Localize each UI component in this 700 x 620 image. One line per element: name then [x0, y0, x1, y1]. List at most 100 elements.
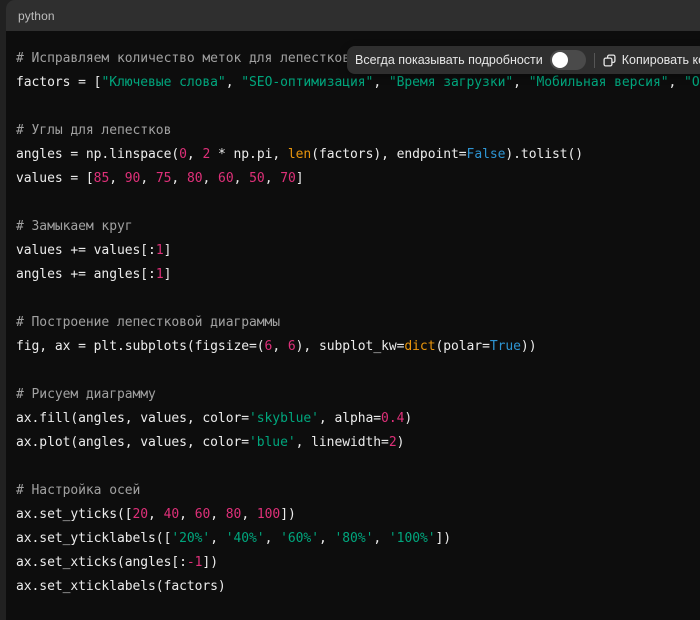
code-token: ax.set_yticklabels([ [16, 531, 171, 546]
code-token: , [241, 507, 257, 522]
code-token: factors = [ [16, 75, 101, 90]
code-token: , linewidth= [296, 435, 389, 450]
code-token: , [319, 531, 335, 546]
code-token: "Мобильная версия" [529, 75, 669, 90]
code-line: angles = np.linspace(0, 2 * np.pi, len(f… [16, 143, 700, 167]
code-token: '20%' [171, 531, 210, 546]
code-token: len [288, 147, 311, 162]
always-show-details-label: Всегда показывать подробности [355, 53, 543, 67]
toggle-knob [552, 52, 568, 68]
code-line [16, 359, 700, 383]
code-header: python [6, 0, 700, 31]
code-token: 80 [226, 507, 242, 522]
code-token: # Настройка осей [16, 483, 140, 498]
code-token: (factors), endpoint= [311, 147, 466, 162]
code-line: ax.set_yticklabels(['20%', '40%', '60%',… [16, 527, 700, 551]
code-token: 80 [187, 171, 203, 186]
code-token: 50 [249, 171, 265, 186]
code-token: , [109, 171, 125, 186]
code-token: , alpha= [319, 411, 381, 426]
code-token: , [187, 147, 203, 162]
code-token: , [265, 531, 281, 546]
code-token: values += values[: [16, 243, 156, 258]
code-line: values += values[:1] [16, 239, 700, 263]
code-token: , [179, 507, 195, 522]
code-token: 'blue' [249, 435, 296, 450]
code-token: fig, ax = plt.subplots(figsize=( [16, 339, 265, 354]
code-token: False [467, 147, 506, 162]
code-token: , [226, 75, 242, 90]
code-token: , [210, 531, 226, 546]
code-line: fig, ax = plt.subplots(figsize=(6, 6), s… [16, 335, 700, 359]
code-token: 100 [257, 507, 280, 522]
code-token: "Время загрузки" [389, 75, 513, 90]
code-block: python # Исправляем количество меток для… [6, 0, 700, 620]
copy-code-button[interactable]: Копировать код [603, 53, 700, 67]
code-token: , [148, 507, 164, 522]
code-token: angles = np.linspace( [16, 147, 179, 162]
code-token: 60 [218, 171, 234, 186]
details-toggle[interactable] [550, 50, 586, 70]
code-line: # Настройка осей [16, 479, 700, 503]
code-token: '80%' [335, 531, 374, 546]
code-token: True [490, 339, 521, 354]
code-token: "SEO-оптимизация" [241, 75, 373, 90]
code-token: , [272, 339, 288, 354]
code-token: , [140, 171, 156, 186]
code-token: 1 [156, 267, 164, 282]
code-token: -1 [187, 555, 203, 570]
code-line: ax.set_xticklabels(factors) [16, 575, 700, 599]
code-token: 2 [389, 435, 397, 450]
code-token: ax.fill(angles, values, color= [16, 411, 249, 426]
code-token: ]) [202, 555, 218, 570]
code-token: 60 [195, 507, 211, 522]
code-line: ax.plot(angles, values, color='blue', li… [16, 431, 700, 455]
code-token: '40%' [226, 531, 265, 546]
code-token: ] [164, 267, 172, 282]
toolbar-divider [594, 53, 595, 68]
code-token: ).tolist() [505, 147, 583, 162]
code-token: 85 [94, 171, 110, 186]
code-line [16, 287, 700, 311]
code-token: 0.4 [381, 411, 404, 426]
code-line: # Углы для лепестков [16, 119, 700, 143]
code-token: ax.set_xticklabels(factors) [16, 579, 226, 594]
code-token: * np.pi, [210, 147, 288, 162]
code-token: , [210, 507, 226, 522]
code-token: ax.set_yticks([ [16, 507, 133, 522]
page: { "page": { "background": "#212121" }, "… [0, 0, 700, 602]
code-token: , [265, 171, 281, 186]
copy-icon [603, 54, 616, 67]
code-toolbar: Всегда показывать подробности Копировать… [347, 46, 700, 74]
code-token: 75 [156, 171, 172, 186]
code-token: ax.set_xticks(angles[: [16, 555, 187, 570]
code-token: angles += angles[: [16, 267, 156, 282]
code-token: # Рисуем диаграмму [16, 387, 156, 402]
code-token: # Замыкаем круг [16, 219, 133, 234]
code-token: ] [296, 171, 304, 186]
code-content: # Исправляем количество меток для лепест… [6, 31, 700, 620]
code-token: 20 [133, 507, 149, 522]
code-line: values = [85, 90, 75, 80, 60, 50, 70] [16, 167, 700, 191]
code-token: ]) [280, 507, 296, 522]
code-line: ax.fill(angles, values, color='skyblue',… [16, 407, 700, 431]
code-token: ]) [436, 531, 452, 546]
code-line: # Замыкаем круг [16, 215, 700, 239]
code-token: (polar= [435, 339, 489, 354]
code-token: ] [164, 243, 172, 258]
code-token: 'skyblue' [249, 411, 319, 426]
code-token: 6 [288, 339, 296, 354]
code-line: angles += angles[:1] [16, 263, 700, 287]
code-token: 40 [164, 507, 180, 522]
code-token: values = [ [16, 171, 94, 186]
copy-code-label: Копировать код [622, 53, 700, 67]
code-token: 90 [125, 171, 141, 186]
code-token: , [669, 75, 685, 90]
code-line: ax.set_xticks(angles[:-1]) [16, 551, 700, 575]
code-token: # Построение лепестковой диаграммы [16, 315, 280, 330]
code-token: "От [684, 75, 700, 90]
code-line [16, 191, 700, 215]
code-line: ax.set_yticks([20, 40, 60, 80, 100]) [16, 503, 700, 527]
code-token: 0 [179, 147, 187, 162]
code-token: ), subplot_kw= [296, 339, 405, 354]
